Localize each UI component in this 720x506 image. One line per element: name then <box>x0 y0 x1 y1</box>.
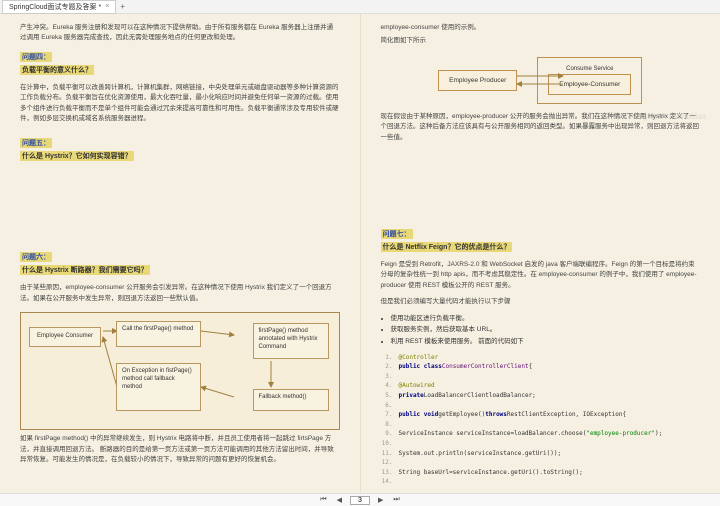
bullet-1: 使用功能区进行负载平衡。 <box>391 313 701 325</box>
page-right: employee-consumer 使用的示例。 简化图如下所示 Employe… <box>361 14 720 493</box>
employee-producer-box: Employee Producer <box>438 70 517 91</box>
document-tab[interactable]: SpringCloud面试专题及答案 * × <box>2 0 116 14</box>
d2-firstpage-hystrix-box: firstPage() method annotated with Hystri… <box>253 323 329 359</box>
d2-employee-consumer-box: Employee Consumer <box>29 327 101 347</box>
nav-prev-icon[interactable]: ◀ <box>335 496 344 504</box>
nav-first-icon[interactable]: ⏮ <box>318 496 328 504</box>
left-intro: 产生冲突。Eureka 服务注册和发现可以在这种情况下提供帮助。由于所有服务都在… <box>20 23 340 44</box>
right-intro2: 简化图如下所示 <box>381 36 701 46</box>
q4-label: 问题四： <box>20 52 52 62</box>
consume-service-label: Consume Service <box>566 66 613 72</box>
q7-label: 问题七： <box>381 229 413 239</box>
watermark: https://blog.csdn.net/huidao <box>608 112 706 121</box>
q6-label: 问题六： <box>20 252 52 262</box>
q6-body: 由于某些原因，employee-consumer 公开服务会引发异常。在这种情况… <box>20 283 340 304</box>
add-tab-icon[interactable]: + <box>116 2 129 11</box>
bullet-3: 利用 REST 模板来使用服务。 前面的代码如下 <box>391 336 701 348</box>
tab-bar: SpringCloud面试专题及答案 * × + <box>0 0 720 14</box>
content-area: 产生冲突。Eureka 服务注册和发现可以在这种情况下提供帮助。由于所有服务都在… <box>0 14 720 493</box>
hystrix-diagram: Employee Consumer Call the firstPage() m… <box>20 312 340 430</box>
code-block: 1.@Controller 2.public class ConsumerCon… <box>381 353 701 487</box>
page-left: 产生冲突。Eureka 服务注册和发现可以在这种情况下提供帮助。由于所有服务都在… <box>0 14 361 493</box>
tab-title: SpringCloud面试专题及答案 * <box>9 2 101 12</box>
q7-title: 什么是 Netflix Feign？它的优点是什么？ <box>381 242 513 252</box>
bullet-2: 获取服务实例，然后获取基本 URL。 <box>391 324 701 336</box>
q7-body1: Feign 是受到 Retrofit，JAXRS-2.0 和 WebSocket… <box>381 260 701 291</box>
d2-call-firstpage-box: Call the firstPage() method <box>116 321 201 347</box>
q5-title: 什么是 Hystrix？它如何实现容错？ <box>20 151 134 161</box>
bullet-list: 使用功能区进行负载平衡。 获取服务实例，然后获取基本 URL。 利用 REST … <box>391 313 701 348</box>
q7-body2: 但是我们必须编写大量代码才能执行以下步骤 <box>381 297 701 307</box>
q4-title: 负载平衡的意义什么？ <box>20 65 94 75</box>
q6-footer: 如果 firstPage method() 中的异常继续发生，则 Hystrix… <box>20 434 340 465</box>
q4-body: 在计算中，负载平衡可以改善跨计算机，计算机集群，网络链接，中央处理单元或磁盘驱动… <box>20 83 340 125</box>
close-icon[interactable]: × <box>105 3 109 10</box>
q5-label: 问题五： <box>20 138 52 148</box>
d2-fallback-box: Fallback method() <box>253 389 329 411</box>
d2-on-exception-box: On Exception in fistPage() method call f… <box>116 363 201 411</box>
q6-title: 什么是 Hystrix 断路器？我们需要它吗？ <box>20 265 150 275</box>
right-intro1: employee-consumer 使用的示例。 <box>381 23 701 33</box>
nav-last-icon[interactable]: ⏭ <box>391 496 401 504</box>
nav-next-icon[interactable]: ▶ <box>376 496 385 504</box>
page-input[interactable] <box>350 496 370 505</box>
nav-bar: ⏮ ◀ ▶ ⏭ <box>0 493 720 506</box>
service-diagram: Employee Producer Consume Service Employ… <box>381 57 701 104</box>
